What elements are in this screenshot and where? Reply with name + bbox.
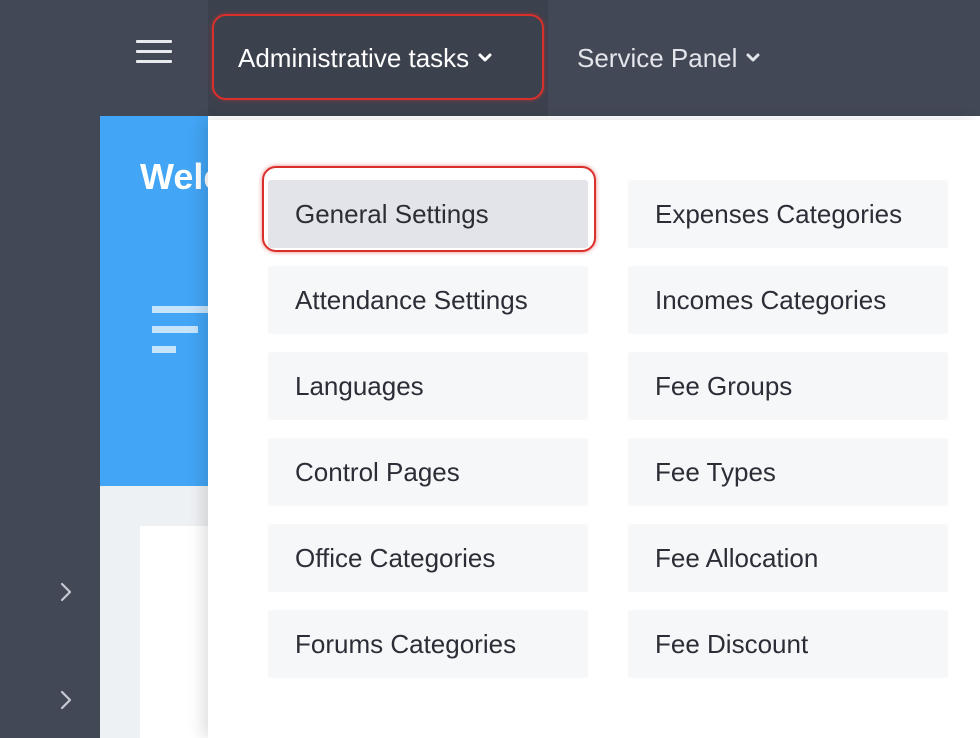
menu-item-fee-types[interactable]: Fee Types [628,438,948,506]
chevron-down-icon [478,53,492,62]
menu-item-control-pages[interactable]: Control Pages [268,438,588,506]
content-card [140,526,208,738]
chevron-right-icon[interactable] [58,688,74,712]
menu-item-general-settings[interactable]: General Settings [268,180,588,248]
top-navbar: Administrative tasks Service Panel [0,0,980,116]
menu-item-incomes-categories[interactable]: Incomes Categories [628,266,948,334]
menu-item-languages[interactable]: Languages [268,352,588,420]
menu-item-fee-allocation[interactable]: Fee Allocation [628,524,948,592]
nav-administrative-tasks[interactable]: Administrative tasks [208,0,548,116]
nav-service-panel[interactable]: Service Panel [577,0,761,116]
sidebar [0,116,100,738]
hamburger-menu-icon[interactable] [136,40,172,64]
nav-administrative-tasks-label: Administrative tasks [238,42,470,73]
nav-service-panel-label: Service Panel [577,42,738,73]
menu-item-forums-categories[interactable]: Forums Categories [268,610,588,678]
menu-item-attendance-settings[interactable]: Attendance Settings [268,266,588,334]
chevron-down-icon [746,53,760,62]
chevron-right-icon[interactable] [58,580,74,604]
sort-lines-icon [152,306,208,356]
menu-item-fee-discount[interactable]: Fee Discount [628,610,948,678]
menu-item-fee-groups[interactable]: Fee Groups [628,352,948,420]
menu-item-office-categories[interactable]: Office Categories [268,524,588,592]
menu-item-expenses-categories[interactable]: Expenses Categories [628,180,948,248]
welcome-heading: Welc [140,156,208,197]
